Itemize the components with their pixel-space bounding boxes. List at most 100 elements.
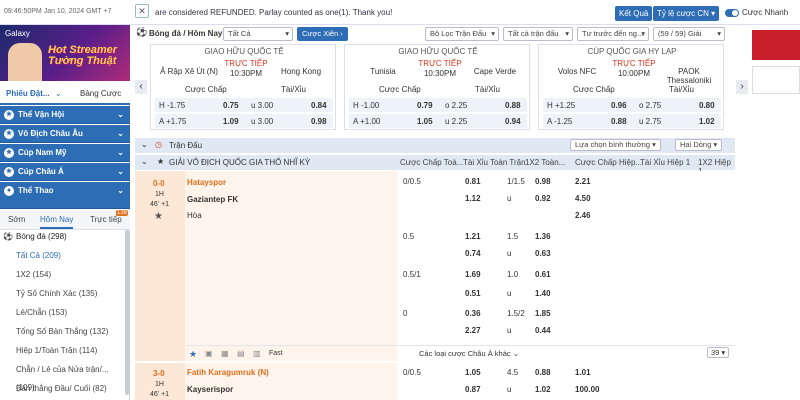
live-label: TRỰC TIẾP [612,59,656,68]
hcap-odds[interactable]: 0.75 [223,101,239,110]
sabasports-banner[interactable] [752,66,800,94]
ou-odds[interactable]: 1.85 [535,309,551,318]
more-asian-bets[interactable]: Các loại cược Châu Á khác ⌄ [419,349,519,358]
1x2-odds[interactable]: 2.46 [575,211,591,220]
collapse-icon[interactable]: ⌄ [141,157,148,166]
featured-match-card[interactable]: GIAO HỮU QUỐC TẾ Tunisia TRỰC TIẾP 10:30… [344,44,530,130]
ou-odds[interactable]: 0.94 [505,117,521,126]
market-1x2[interactable]: 1X2 (154) [0,266,125,284]
ou-odds[interactable]: 1.40 [535,289,551,298]
carousel-next-icon[interactable]: › [736,80,748,94]
sort-time-select[interactable]: Tư trước đến ng... ▾ [577,27,649,41]
tab-bet-list[interactable]: Bảng Cược [80,89,121,98]
league-count-select[interactable]: (59 / 59) Giải ▾ [653,27,725,41]
ou-odds[interactable]: 0.98 [311,117,327,126]
ou-odds[interactable]: 0.44 [535,326,551,335]
carousel-prev-icon[interactable]: ‹ [135,80,147,94]
fast-link[interactable]: Fast [269,350,283,357]
parlay-button[interactable]: Cược Xiên › [297,27,348,41]
category-asian-cup[interactable]: ★ Cúp Châu Á ⌄ [0,163,130,181]
ou-odds[interactable]: 1.02 [699,117,715,126]
hcap-odds[interactable]: 0.51 [465,289,481,298]
market-half-odd-even[interactable]: Chẵn / Lẻ của Nửa trận/... (109) [0,361,125,392]
market-correct-score[interactable]: Tỷ Số Chính Xác (135) [0,285,125,303]
league-header[interactable]: ⌄ ★ GIẢI VÔ ĐỊCH QUỐC GIA THỔ NHĨ KỲ Cượ… [135,155,735,176]
ou-odds[interactable]: 0.63 [535,249,551,258]
hcap-odds[interactable]: 1.05 [465,368,481,377]
ou-odds[interactable]: 0.80 [699,101,715,110]
hcap-odds[interactable]: 0.36 [465,309,481,318]
match-filter-select[interactable]: Bộ Lọc Trận Đấu ▾ [425,27,499,41]
hcap-odds[interactable]: 1.09 [223,117,239,126]
hcap-odds[interactable]: 0.96 [611,101,627,110]
display-mode-select[interactable]: Hai Dòng ▾ [675,139,723,151]
1x2-odds[interactable]: 1.01 [575,368,591,377]
collapse-icon[interactable]: ⌄ [141,140,148,149]
category-euro[interactable]: ★ Vô Địch Châu Âu ⌄ [0,125,130,143]
tab-bet-slip[interactable]: Phiếu Đặt... [6,89,50,98]
chevron-down-icon: ⌄ [117,148,124,157]
tab-live[interactable]: Trực tiếp [90,215,122,224]
1x2-odds[interactable]: 4.50 [575,194,591,203]
ou-odds[interactable]: 0.88 [505,101,521,110]
market-all[interactable]: Tất Cả (209) [0,247,125,265]
ou-odds[interactable]: 1.02 [535,385,551,394]
hcap-odds[interactable]: 1.12 [465,194,481,203]
ou-odds[interactable]: 0.61 [535,270,551,279]
hcap-odds[interactable]: 1.05 [417,117,433,126]
featured-match-card[interactable]: CÚP QUỐC GIA HY LẠP Volos NFC TRỰC TIẾP … [538,44,724,130]
star-icon[interactable]: ★ [189,349,197,360]
chevron-down-icon[interactable]: ⌄ [55,89,62,98]
all-matches-select[interactable]: Tất cả trận đấu ▾ [503,27,573,41]
promo-banner[interactable]: Galaxy Hot Streamer Tường Thuật [0,25,130,81]
hcap-odds[interactable]: 0.87 [465,385,481,394]
odds-type-select[interactable]: Tỷ lệ cược CN ▾ [653,6,720,21]
star-icon[interactable]: ★ [157,157,164,166]
tab-today[interactable]: Hôm Nay [40,215,74,229]
star-icon[interactable]: ★ [154,211,163,222]
home-team: Tunisia [370,67,396,76]
tab-early[interactable]: Sớm [8,215,25,224]
sort-select[interactable]: Lựa chọn bình thường ▾ [570,139,661,151]
fast-bet-toggle[interactable] [725,9,739,17]
category-sports[interactable]: ● Thể Thao ⌄ [0,182,130,209]
calendar-icon[interactable]: ▤ [237,349,245,358]
category-copa-america[interactable]: ★ Cúp Nam Mỹ ⌄ [0,144,130,162]
results-button[interactable]: Kết Quả [615,6,653,21]
hcap-odds[interactable]: 0.88 [611,117,627,126]
mute-icon[interactable]: ✕ [135,4,149,18]
match-filter-label: Bộ Lọc Trận Đấu [430,29,487,38]
market-odd-even[interactable]: Lẻ/Chẵn (153) [0,304,125,322]
promo-banner-right[interactable] [752,30,800,60]
ou-odds[interactable]: 0.98 [535,177,551,186]
ou-odds[interactable]: 0.84 [311,101,327,110]
chart-icon[interactable]: ▥ [253,349,261,358]
chevron-down-icon: ⌄ [117,186,124,195]
ou-odds[interactable]: 0.88 [535,368,551,377]
category-olympics[interactable]: ★ Thể Vận Hội ⌄ [0,106,130,124]
hcap-odds[interactable]: 0.79 [417,101,433,110]
sidebar-scrollbar[interactable] [125,230,129,395]
ou-odds[interactable]: 1.36 [535,232,551,241]
sport-football[interactable]: ⚽ Bóng đá (298) [0,228,125,246]
ou-odds[interactable]: 0.92 [535,194,551,203]
odds-row: H +1.25 0.96 o 2.75 0.80 [543,98,721,112]
display-mode-label: Hai Dòng [680,140,712,149]
stats-icon[interactable]: ▣ [205,349,213,358]
market-ht-ft[interactable]: Hiệp 1/Toàn Trận (114) [0,342,125,360]
hcap-odds[interactable]: 2.27 [465,326,481,335]
lineup-icon[interactable]: ▦ [221,349,229,358]
market-first-last-goal[interactable]: Bàn thắng Đầu/ Cuối (82) [0,380,125,398]
hcap-odds[interactable]: 1.21 [465,232,481,241]
market-total-goals[interactable]: Tổng Số Bàn Thắng (132) [0,323,125,341]
hcap-odds[interactable]: 1.69 [465,270,481,279]
more-markets-count[interactable]: 39 ▾ [707,347,730,358]
1x2-odds[interactable]: 2.21 [575,177,591,186]
hcap-odds[interactable]: 0.81 [465,177,481,186]
1x2-odds[interactable]: 100.00 [575,385,599,394]
featured-match-card[interactable]: GIAO HỮU QUỐC TẾ Ả Rập Xê Út (N) TRỰC TI… [150,44,336,130]
market-select[interactable]: Tất Cả ▾ [223,27,293,41]
hcap-odds[interactable]: 0.74 [465,249,481,258]
kickoff-time: 10:00PM [617,69,651,78]
bet-slip-tabs: Phiếu Đặt... ⌄ Bảng Cược [0,81,130,105]
